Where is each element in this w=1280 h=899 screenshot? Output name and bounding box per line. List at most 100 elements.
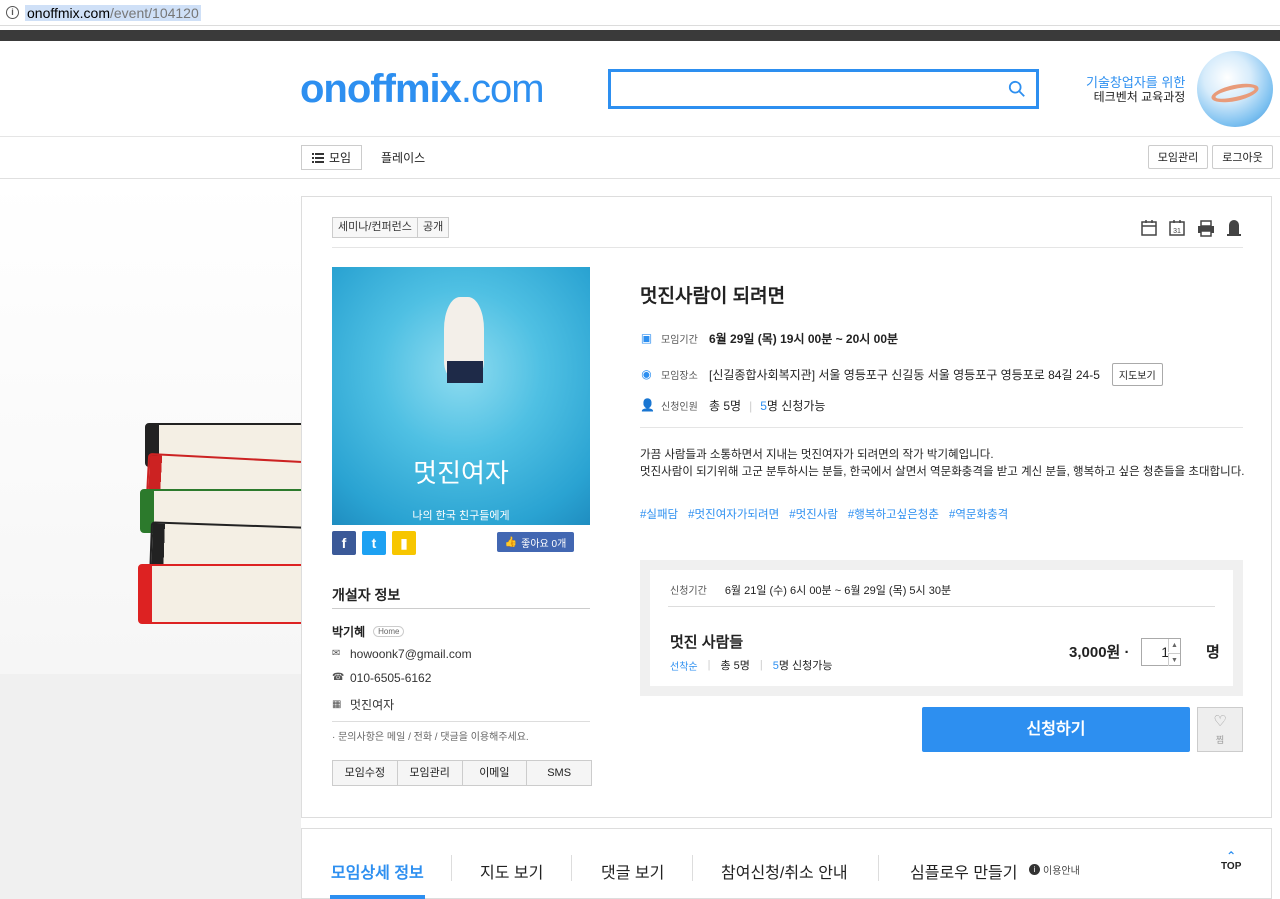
background-books-image [0,179,307,674]
place-link[interactable]: 플레이스 [381,149,425,166]
menu-icon [311,152,324,163]
site-logo[interactable]: onoffmix.com [300,67,545,112]
host-phone: 010-6505-6162 [350,671,432,685]
tab-simpleflow[interactable]: 심플로우 만들기 [910,859,1018,883]
apply-button[interactable]: 신청하기 [922,707,1190,752]
twitter-share-icon[interactable]: t [362,531,386,555]
manage-event-button[interactable]: 모임관리 [398,761,463,785]
ticket-price: 3,000원 · [1069,644,1130,661]
quantity-down-icon[interactable]: ▼ [1168,653,1180,666]
ticket-box: 신청기간 6월 21일 (수) 6시 00분 ~ 6월 29일 (목) 5시 3… [640,560,1243,696]
divider [332,608,590,609]
background-band [0,674,301,899]
calendar-small-icon: ▣ [640,331,653,345]
host-email-row: ✉ howoonk7@gmail.com [332,647,472,661]
svg-text:31: 31 [1173,228,1181,235]
search-input[interactable] [611,72,991,106]
ad-line2: 테크벤처 교육과정 [1093,90,1186,104]
search-box [608,69,1039,109]
host-note: · 문의사항은 메일 / 전화 / 댓글을 이용해주세요. [332,732,529,743]
period-value: 6월 29일 (목) 19시 00분 ~ 20시 00분 [709,332,899,346]
host-name: 박기혜 Home [332,623,405,640]
use-info-link[interactable]: i 이용안내 [1029,862,1080,877]
tab-detail[interactable]: 모임상세 정보 [331,859,424,883]
map-button[interactable]: 지도보기 [1111,363,1163,386]
ticket-period: 신청기간 6월 21일 (수) 6시 00분 ~ 6월 29일 (목) 5시 3… [670,585,952,597]
ticket-meta: 선착순 | 총 5명 | 5명 신청가능 [670,659,833,673]
detail-tabs: 모임상세 정보 지도 보기 댓글 보기 참여신청/취소 안내 심플로우 만들기 … [301,828,1272,899]
info-circle-icon: i [1029,864,1040,875]
hashtag[interactable]: #실패담 [640,506,678,522]
tab-comments[interactable]: 댓글 보기 [601,859,664,883]
mail-icon: ✉ [332,648,341,659]
host-action-group: 모임수정 모임관리 이메일 SMS [332,760,592,786]
top-dark-bar [0,30,1280,41]
wish-button[interactable]: ♡ 찜 [1197,707,1243,752]
manage-button[interactable]: 모임관리 [1148,145,1208,169]
event-cover-image: 멋진여자 나의 한국 친구들에게 [332,267,590,525]
hashtag[interactable]: #멋진여자가되려면 [688,506,779,522]
place-value: [신길종합사회복지관] 서울 영등포구 신길동 서울 영등포구 영등포로 84길… [709,368,1100,382]
report-icon[interactable] [1225,219,1243,237]
quantity-up-icon[interactable]: ▲ [1168,639,1180,652]
logout-button[interactable]: 로그아웃 [1212,145,1273,169]
url-bar[interactable]: i onoffmix.com/event/104120 [0,0,1280,26]
people-total: 총 5명 [709,399,742,413]
home-badge[interactable]: Home [373,626,405,637]
site-header: onoffmix.com 기술창업자를 위한 테크벤처 교육과정 [0,41,1280,137]
moim-menu-button[interactable]: 모임 [301,145,362,170]
facebook-like-button[interactable]: 👍 좋아요 0개 [497,532,574,552]
quantity-stepper[interactable]: 1 ▲ ▼ [1141,638,1181,666]
ad-banner-text[interactable]: 기술창업자를 위한 테크벤처 교육과정 [1086,75,1185,105]
tab-map[interactable]: 지도 보기 [480,859,543,883]
host-section-title: 개설자 정보 [332,587,401,603]
ticket-name: 멋진 사람들 [670,634,744,651]
ticket-item: 신청기간 6월 21일 (수) 6시 00분 ~ 6월 29일 (목) 5시 3… [650,570,1233,686]
event-card: 세미나/컨퍼런스 공개 31 멋진여자 나의 한국 친구들에게 f t ▮ 👍 … [301,196,1272,818]
visibility-tag: 공개 [417,217,450,238]
moim-label: 모임 [328,151,352,165]
calendar-31-icon[interactable]: 31 [1168,219,1186,237]
event-description: 가끔 사람들과 소통하면서 지내는 멋진여자가 되려면의 작가 박기혜입니다. … [640,449,1245,478]
edit-event-button[interactable]: 모임수정 [333,761,398,785]
print-icon[interactable] [1197,219,1215,237]
phone-icon: ☎ [332,672,345,683]
scroll-top-button[interactable]: ⌃ TOP [1221,849,1241,872]
host-company: 멋진여자 [350,698,395,712]
info-icon[interactable]: i [6,6,19,19]
sms-host-button[interactable]: SMS [527,761,591,785]
quantity-value[interactable]: 1 [1142,644,1169,660]
category-tag[interactable]: 세미나/컨퍼런스 [332,217,418,238]
calendar-icon[interactable] [1140,219,1158,237]
facebook-share-icon[interactable]: f [332,531,356,555]
people-row: 👤 신청인원 총 5명 | 5명 신청가능 [640,398,826,414]
host-company-row: ▦ 멋진여자 [332,696,394,713]
event-title: 멋진사람이 되려면 [640,286,786,307]
kakaostory-share-icon[interactable]: ▮ [392,531,416,555]
divider [332,247,1243,248]
url-text[interactable]: onoffmix.com/event/104120 [25,4,201,21]
search-icon[interactable] [1008,80,1026,98]
period-row: ▣ 모임기간 6월 29일 (목) 19시 00분 ~ 20시 00분 [640,331,899,347]
divider [668,606,1215,607]
ad-banner-image[interactable] [1197,51,1273,127]
location-pin-icon: ◉ [641,367,652,381]
host-email[interactable]: howoonk7@gmail.com [350,647,472,661]
cover-subtitle: 나의 한국 친구들에게 [412,510,510,522]
hashtag[interactable]: #역문화충격 [949,506,1008,522]
heart-icon: ♡ [1213,713,1227,730]
ticket-unit: 명 [1206,644,1220,661]
tab-apply-cancel[interactable]: 참여신청/취소 안내 [721,859,848,883]
host-phone-row: ☎ 010-6505-6162 [332,671,431,685]
hashtag-list: #실패담 #멋진여자가되려면 #멋진사람 #행복하고싶은청춘 #역문화충격 [640,506,1008,522]
place-row: ◉ 모임장소 [신길종합사회복지관] 서울 영등포구 신길동 서울 영등포구 영… [640,363,1163,386]
chevron-up-icon: ⌃ [1226,849,1237,863]
divider [640,427,1243,428]
hashtag[interactable]: #멋진사람 [789,506,838,522]
building-icon: ▦ [332,698,342,710]
ad-line1: 기술창업자를 위한 [1086,75,1186,90]
active-tab-indicator [330,895,425,899]
hashtag[interactable]: #행복하고싶은청춘 [848,506,939,522]
person-icon: 👤 [640,398,655,412]
email-host-button[interactable]: 이메일 [463,761,528,785]
